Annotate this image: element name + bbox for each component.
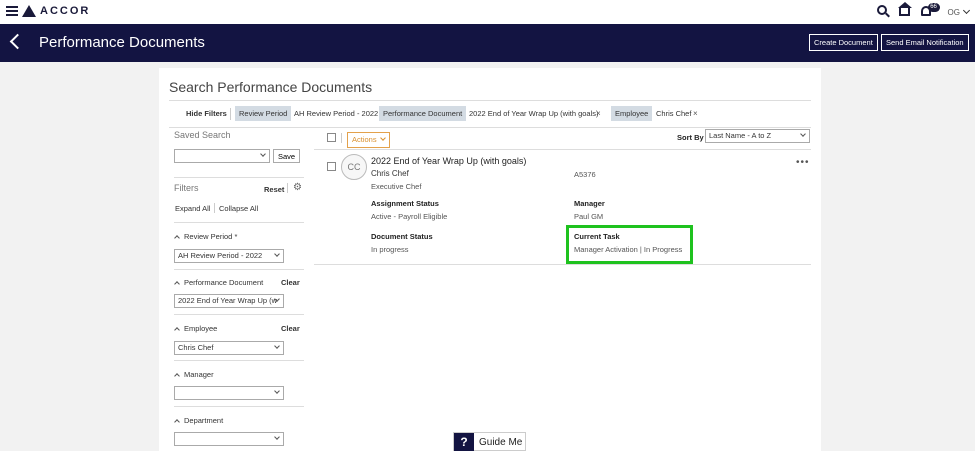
hide-filters-link[interactable]: Hide Filters — [186, 109, 227, 118]
panel-title: Search Performance Documents — [169, 79, 373, 95]
brand-name: ACCOR — [40, 5, 91, 17]
back-arrow-icon[interactable] — [9, 33, 26, 50]
page-title: Performance Documents — [39, 34, 205, 51]
hamburger-menu-icon[interactable] — [6, 6, 18, 16]
chip-performance-document-value: 2022 End of Year Wrap Up (with goals) — [469, 109, 599, 118]
sort-by-select[interactable]: Last Name - A to Z — [705, 129, 810, 143]
top-bar: ACCOR 66 OG — [0, 0, 975, 24]
reset-link[interactable]: Reset — [264, 185, 284, 194]
accor-logo-icon — [22, 5, 36, 17]
filter-employee-header[interactable]: Employee — [174, 324, 217, 333]
filter-department-header[interactable]: Department — [174, 416, 223, 425]
clear-employee-link[interactable]: Clear — [281, 324, 300, 333]
chevron-up-icon — [174, 281, 180, 287]
divider — [169, 100, 811, 101]
filter-performance-document-header[interactable]: Performance Document — [174, 278, 263, 287]
employee-select[interactable]: Chris Chef — [174, 341, 284, 355]
chevron-down-icon — [260, 151, 266, 157]
chip-review-period-value: AH Review Period - 2022 — [294, 109, 379, 118]
user-initials: OG — [947, 7, 960, 17]
chevron-down-icon — [274, 434, 280, 440]
filter-review-period-header[interactable]: Review Period * — [174, 232, 237, 241]
job-title: Executive Chef — [371, 182, 422, 191]
save-button[interactable]: Save — [273, 149, 301, 163]
select-all-checkbox[interactable] — [327, 133, 336, 142]
guide-me-label: Guide Me — [479, 437, 523, 448]
chevron-down-icon — [274, 251, 280, 257]
chip-review-period-key: Review Period — [235, 106, 292, 121]
saved-search-label: Saved Search — [174, 130, 231, 140]
brand-logo[interactable]: ACCOR — [22, 5, 90, 17]
page-header: Performance Documents Create Document Se… — [0, 24, 975, 62]
more-options-icon[interactable]: ••• — [796, 157, 810, 168]
home-button[interactable] — [894, 0, 916, 24]
avatar: CC — [341, 154, 367, 180]
home-icon — [897, 2, 912, 16]
chevron-down-icon — [800, 131, 806, 137]
manager-select[interactable] — [174, 386, 284, 400]
chevron-up-icon — [174, 327, 180, 333]
user-menu[interactable]: OG — [947, 6, 971, 17]
chevron-up-icon — [174, 419, 180, 425]
chevron-up-icon — [174, 373, 180, 379]
employee-id: A5376 — [574, 170, 596, 179]
expand-all-link[interactable]: Expand All — [175, 204, 210, 213]
manager-label: Manager — [574, 199, 605, 208]
chevron-down-icon — [379, 135, 386, 141]
review-period-select[interactable]: AH Review Period - 2022 — [174, 249, 284, 263]
notifications-button[interactable]: 66 — [916, 0, 940, 24]
chip-performance-document-key: Performance Document — [379, 106, 467, 121]
chevron-down-icon — [274, 343, 280, 349]
search-panel: Search Performance Documents Hide Filter… — [159, 68, 821, 451]
chip-employee-key: Employee — [611, 106, 653, 121]
filter-manager-header[interactable]: Manager — [174, 370, 214, 379]
sort-by-label: Sort By — [677, 133, 704, 142]
send-email-notification-button[interactable]: Send Email Notification — [881, 34, 969, 51]
chip-performance-document-close-icon[interactable]: × — [592, 106, 605, 121]
manager-value: Paul GM — [574, 212, 604, 221]
chip-employee-close-icon[interactable]: × — [689, 106, 702, 121]
current-task-highlight-box — [566, 225, 693, 264]
result-item-checkbox[interactable] — [327, 162, 336, 171]
assignment-status-value: Active - Payroll Eligible — [371, 212, 448, 221]
document-status-value: In progress — [371, 245, 409, 254]
create-document-button[interactable]: Create Document — [809, 34, 878, 51]
saved-search-select[interactable] — [174, 149, 270, 163]
clear-performance-document-link[interactable]: Clear — [281, 278, 300, 287]
document-title[interactable]: 2022 End of Year Wrap Up (with goals) — [371, 156, 526, 166]
guide-me-button[interactable]: ? Guide Me — [453, 432, 526, 451]
assignment-status-label: Assignment Status — [371, 199, 439, 208]
search-icon — [876, 5, 887, 15]
search-button[interactable] — [872, 0, 894, 24]
collapse-all-link[interactable]: Collapse All — [219, 204, 258, 213]
chevron-up-icon — [174, 235, 180, 241]
chevron-down-icon — [962, 6, 971, 15]
department-select[interactable] — [174, 432, 284, 446]
active-filters-bar: Hide Filters Review Period AH Review Per… — [159, 106, 821, 122]
filters-label: Filters — [174, 183, 199, 193]
employee-name: Chris Chef — [371, 169, 409, 178]
help-question-icon: ? — [454, 433, 474, 451]
chevron-down-icon — [274, 388, 280, 394]
actions-dropdown[interactable]: Actions — [347, 132, 390, 148]
document-status-label: Document Status — [371, 232, 433, 241]
settings-gear-icon[interactable]: ⚙ — [293, 182, 302, 193]
notification-badge: 66 — [927, 3, 940, 12]
performance-document-select[interactable]: 2022 End of Year Wrap Up (w — [174, 294, 284, 308]
